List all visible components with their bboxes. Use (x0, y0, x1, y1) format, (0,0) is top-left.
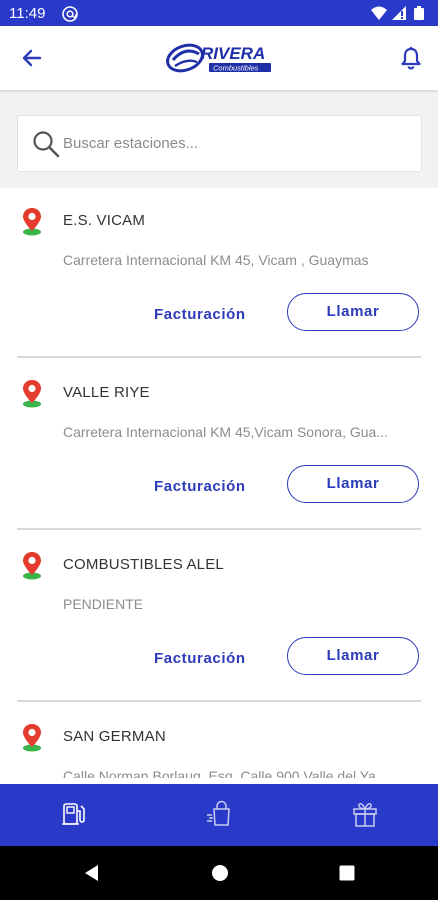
back-arrow-icon[interactable] (20, 46, 44, 75)
logo-subtext: Combustibles (213, 64, 259, 73)
station-address: PENDIENTE (63, 596, 144, 612)
divider (17, 528, 421, 530)
map-pin-icon (20, 722, 44, 757)
call-button[interactable]: Llamar (287, 637, 419, 675)
station-name: COMBUSTIBLES ALEL (63, 556, 224, 573)
map-pin-icon (20, 550, 44, 585)
station-address: Carretera Internacional KM 45, Vicam , G… (63, 252, 369, 268)
station-list[interactable]: E.S. VICAM Carretera Internacional KM 45… (0, 188, 438, 778)
station-address: Carretera Internacional KM 45,Vicam Sono… (63, 424, 389, 440)
battery-icon (414, 6, 424, 20)
gift-icon[interactable] (351, 800, 379, 833)
nav-recents-icon[interactable] (337, 863, 357, 888)
status-bar: 11:49 (0, 0, 438, 26)
nav-back-icon[interactable] (82, 863, 102, 888)
search-input[interactable] (63, 130, 403, 156)
station-card: VALLE RIYE Carretera Internacional KM 45… (0, 360, 438, 530)
search-area (0, 90, 438, 188)
rivera-logo: RIVERA Combustibles (165, 38, 275, 83)
call-button[interactable]: Llamar (287, 465, 419, 503)
divider (17, 700, 421, 702)
signal-icon (392, 6, 406, 20)
invoice-button[interactable]: Facturación (154, 650, 246, 667)
station-card: SAN GERMAN Calle Norman Borlaug, Esq. Ca… (0, 704, 438, 778)
station-name: VALLE RIYE (63, 384, 150, 401)
call-button[interactable]: Llamar (287, 293, 419, 331)
station-name: E.S. VICAM (63, 212, 146, 229)
system-icons (370, 5, 430, 26)
map-pin-icon (20, 206, 44, 241)
map-pin-icon (20, 378, 44, 413)
shopping-bag-icon[interactable] (205, 800, 233, 833)
station-card: E.S. VICAM Carretera Internacional KM 45… (0, 188, 438, 358)
station-name: SAN GERMAN (63, 728, 166, 745)
invoice-button[interactable]: Facturación (154, 478, 246, 495)
divider (17, 356, 421, 358)
invoice-button[interactable]: Facturación (154, 306, 246, 323)
station-card: COMBUSTIBLES ALEL PENDIENTE Facturación … (0, 532, 438, 702)
fuel-pump-icon[interactable] (60, 800, 88, 833)
app-bar: RIVERA Combustibles (0, 26, 438, 90)
search-icon (32, 130, 60, 163)
status-time: 11:49 (9, 5, 46, 22)
system-nav-bar (0, 846, 438, 900)
bottom-nav (0, 784, 438, 846)
station-address: Calle Norman Borlaug, Esq. Calle 900 Val… (63, 768, 388, 778)
bell-icon[interactable] (400, 46, 422, 75)
nav-home-icon[interactable] (210, 863, 230, 888)
search-box[interactable] (17, 115, 422, 172)
logo-text: RIVERA (201, 44, 265, 63)
wifi-icon (371, 6, 387, 20)
notification-at-icon (62, 6, 78, 27)
